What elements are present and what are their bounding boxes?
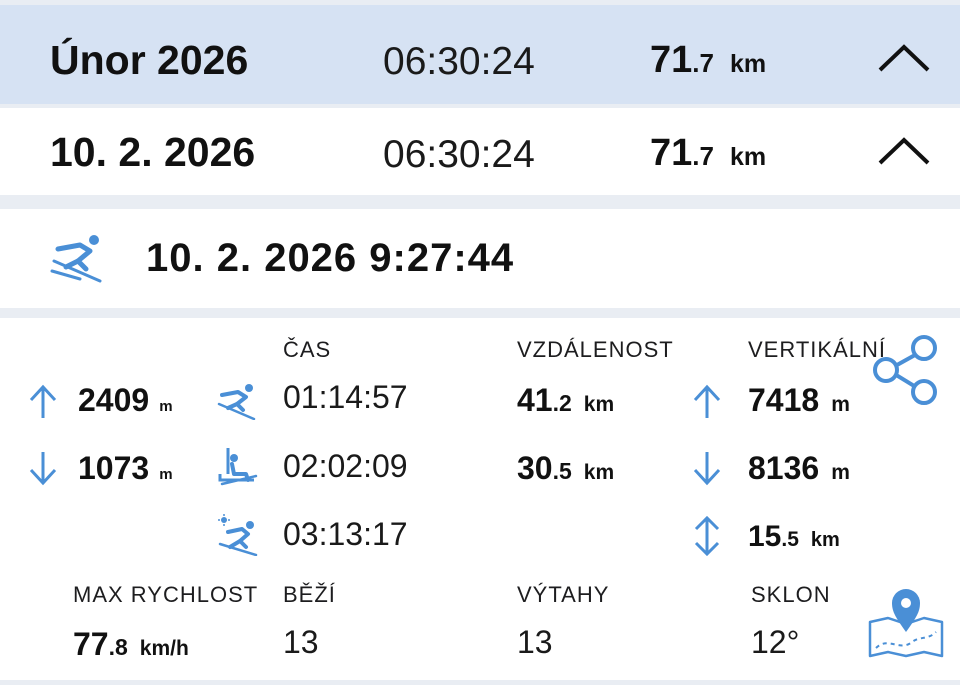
altitude-min: 1073 m (78, 450, 173, 487)
month-distance-int: 71 (650, 39, 693, 81)
lift-distance: 30.5 km (517, 450, 614, 487)
chevron-up-icon[interactable] (878, 136, 930, 166)
vertical-total-int: 15 (748, 520, 782, 553)
max-speed-label: MAX RYCHLOST (73, 582, 259, 607)
vertical-header: VERTIKÁLNÍ (748, 337, 886, 362)
max-speed-unit: km/h (139, 637, 189, 660)
lifts-label: VÝTAHY (517, 582, 610, 607)
day-distance-unit: km (729, 143, 767, 171)
skiing-icon (50, 231, 106, 283)
vertical-down-unit: m (831, 393, 850, 416)
ski-distance-dec: .2 (552, 390, 572, 416)
max-speed: 77.8 km/h (73, 626, 189, 663)
lifts-value: 13 (517, 624, 553, 660)
vertical-total: 15.5 km (748, 520, 840, 554)
vertical-up: 8136 m (748, 450, 850, 487)
vertical-up-value: 8136 (748, 450, 820, 486)
runs-label: BĚŽÍ (283, 582, 336, 607)
distance-header: VZDÁLENOST (517, 337, 674, 362)
skier-sun-icon (216, 514, 260, 556)
ski-time: 01:14:57 (283, 379, 408, 415)
altitude-min-value: 1073 (78, 450, 150, 486)
day-distance: 71.7 km (650, 132, 766, 175)
session-title: 10. 2. 2026 9:27:44 (146, 236, 515, 280)
day-title: 10. 2. 2026 (50, 129, 256, 175)
vertical-total-dec: .5 (781, 528, 799, 551)
max-speed-dec: .8 (108, 634, 128, 660)
month-distance-unit: km (729, 50, 767, 78)
slope-label: SKLON (751, 582, 831, 607)
arrow-down-icon (692, 450, 722, 486)
lift-distance-unit: km (583, 461, 615, 484)
day-distance-dec: .7 (692, 141, 714, 171)
altitude-max: 2409 m (78, 382, 173, 419)
runs-value: 13 (283, 624, 319, 660)
arrow-up-icon (28, 384, 58, 420)
session-header[interactable]: 10. 2. 2026 9:27:44 (0, 209, 960, 308)
month-summary-row[interactable]: Únor 2026 06:30:24 71.7 km (0, 5, 960, 104)
month-distance-dec: .7 (692, 48, 714, 78)
day-distance-int: 71 (650, 132, 693, 174)
time-header: ČAS (283, 337, 332, 362)
map-pin-icon[interactable] (866, 586, 946, 658)
altitude-min-unit: m (159, 466, 173, 483)
vertical-total-unit: km (810, 529, 840, 551)
ski-distance-unit: km (583, 393, 615, 416)
month-title: Únor 2026 (50, 37, 249, 83)
skier-icon (216, 382, 258, 420)
day-summary-row[interactable]: 10. 2. 2026 06:30:24 71.7 km (0, 108, 960, 195)
chairlift-icon (216, 446, 260, 488)
lift-time: 02:02:09 (283, 448, 408, 484)
day-time: 06:30:24 (383, 133, 535, 176)
vertical-down-value: 7418 (748, 382, 820, 418)
total-time: 03:13:17 (283, 516, 408, 552)
altitude-max-value: 2409 (78, 382, 150, 418)
chevron-up-icon[interactable] (878, 43, 930, 73)
lift-distance-int: 30 (517, 450, 553, 486)
ski-distance: 41.2 km (517, 382, 614, 419)
slope-value: 12° (751, 624, 800, 660)
session-stats: ČAS VZDÁLENOST VERTIKÁLNÍ 2409 m 1073 m 01… (0, 318, 960, 680)
arrow-updown-icon (692, 516, 722, 556)
max-speed-int: 77 (73, 626, 109, 662)
arrow-up-icon (692, 384, 722, 420)
vertical-down: 7418 m (748, 382, 850, 419)
arrow-down-icon (28, 450, 58, 486)
vertical-up-unit: m (831, 461, 850, 484)
month-distance: 71.7 km (650, 39, 766, 82)
share-icon[interactable] (872, 334, 942, 406)
altitude-max-unit: m (159, 398, 173, 415)
lift-distance-dec: .5 (552, 458, 572, 484)
ski-distance-int: 41 (517, 382, 553, 418)
month-time: 06:30:24 (383, 40, 535, 83)
